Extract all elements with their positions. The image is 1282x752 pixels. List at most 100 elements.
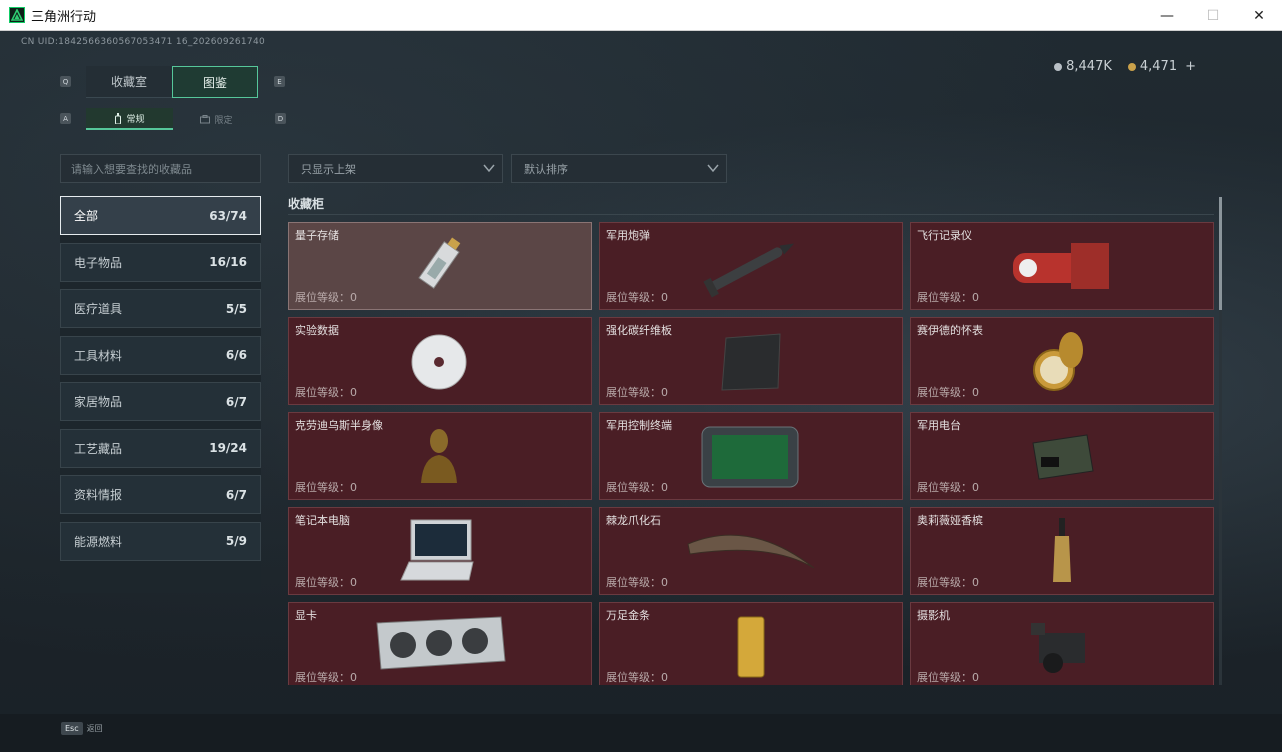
item-level: 展位等级：0 — [917, 386, 979, 399]
category-label: 全部 — [74, 209, 99, 223]
item-card[interactable]: 实验数据 展位等级：0 — [288, 317, 592, 405]
category-household[interactable]: 家居物品 6/7 — [60, 382, 261, 421]
silver-amount: 8,447K — [1066, 59, 1112, 74]
item-card[interactable]: 军用炮弹 展位等级：0 — [599, 222, 903, 310]
item-name: 棘龙爪化石 — [606, 514, 661, 527]
item-level: 展位等级：0 — [917, 291, 979, 304]
category-all[interactable]: 全部 63/74 — [60, 196, 261, 235]
category-crafts[interactable]: 工艺藏品 19/24 — [60, 428, 261, 468]
gold-coin-icon — [1127, 62, 1136, 71]
item-name: 飞行记录仪 — [917, 229, 972, 242]
currency-bar: 8,447K 4,471 + — [1054, 59, 1196, 74]
item-name: 军用电台 — [917, 419, 961, 432]
chevron-down-icon — [483, 164, 495, 173]
esc-back-button[interactable]: Esc 返回 — [61, 722, 103, 735]
tab-collection-room[interactable]: 收藏室 — [86, 66, 172, 98]
category-label: 工艺藏品 — [74, 441, 123, 456]
sub-tab-regular[interactable]: 常规 — [86, 108, 173, 130]
silver-currency: 8,447K — [1054, 59, 1112, 74]
category-energy[interactable]: 能源燃料 5/9 — [60, 521, 261, 561]
item-name: 显卡 — [295, 609, 317, 622]
minimize-button[interactable]: — — [1144, 0, 1190, 31]
window-titlebar: 三角洲行动 — ☐ ✕ — [0, 0, 1282, 31]
esc-label: 返回 — [86, 724, 103, 733]
item-card[interactable]: 飞行记录仪 展位等级：0 — [910, 222, 1214, 310]
item-card[interactable]: 强化碳纤维板 展位等级：0 — [599, 317, 903, 405]
category-count: 16/16 — [209, 255, 247, 269]
category-intel[interactable]: 资料情报 6/7 — [60, 475, 261, 514]
tab-catalog[interactable]: 图鉴 — [172, 66, 258, 98]
category-label: 资料情报 — [74, 488, 123, 502]
filter-dropdown[interactable]: 只显示上架 — [288, 154, 503, 183]
category-label: 家居物品 — [74, 395, 123, 409]
filter-dropdown-label: 只显示上架 — [301, 162, 356, 176]
item-card[interactable]: 量子存储 展位等级：0 — [288, 222, 592, 310]
item-name: 万足金条 — [606, 609, 650, 622]
category-medical[interactable]: 医疗道具 5/5 — [60, 289, 261, 328]
item-name: 军用炮弹 — [606, 229, 650, 242]
close-button[interactable]: ✕ — [1236, 0, 1282, 31]
limited-icon — [200, 114, 211, 123]
item-level: 展位等级：0 — [295, 386, 357, 399]
bottom-bar — [0, 714, 1282, 752]
silver-coin-icon — [1054, 62, 1063, 71]
window-title: 三角洲行动 — [31, 9, 97, 25]
maximize-button[interactable]: ☐ — [1190, 0, 1236, 31]
item-level: 展位等级：0 — [295, 481, 357, 494]
bottle-icon — [115, 112, 122, 124]
sort-dropdown[interactable]: 默认排序 — [511, 154, 727, 183]
item-level: 展位等级：0 — [606, 576, 668, 589]
item-name: 军用控制终端 — [606, 419, 672, 432]
item-card[interactable]: 克劳迪乌斯半身像 展位等级：0 — [288, 412, 592, 500]
item-name: 强化碳纤维板 — [606, 324, 672, 337]
item-name: 赛伊德的怀表 — [917, 324, 983, 337]
category-label: 能源燃料 — [74, 534, 123, 549]
key-hint-d: D — [275, 113, 286, 124]
sub-tab-limited[interactable]: 限定 — [173, 108, 260, 130]
esc-key: Esc — [61, 722, 83, 735]
item-name: 摄影机 — [917, 609, 950, 622]
app-logo-icon — [9, 7, 25, 23]
main-tabs: 收藏室 图鉴 — [86, 66, 258, 98]
sub-tab-limited-label: 限定 — [214, 115, 233, 126]
key-hint-a: A — [60, 113, 71, 124]
item-level: 展位等级：0 — [606, 291, 668, 304]
category-electronics[interactable]: 电子物品 16/16 — [60, 242, 261, 282]
item-card[interactable]: 赛伊德的怀表 展位等级：0 — [910, 317, 1214, 405]
item-card[interactable]: 万足金条 展位等级：0 — [599, 602, 903, 685]
category-count: 6/7 — [225, 487, 247, 502]
section-title: 收藏柜 — [288, 197, 325, 211]
item-card[interactable]: 显卡 展位等级：0 — [288, 602, 592, 685]
item-card[interactable]: 棘龙爪化石 展位等级：0 — [599, 507, 903, 595]
game-view: CN UID:1842566360567053471 16_2026092617… — [0, 31, 1282, 752]
item-level: 展位等级：0 — [606, 481, 668, 494]
item-name: 笔记本电脑 — [295, 514, 350, 527]
category-count: 63/74 — [209, 208, 247, 223]
sub-tab-regular-label: 常规 — [126, 114, 145, 125]
category-count: 19/24 — [209, 441, 247, 455]
item-card[interactable]: 军用控制终端 展位等级：0 — [599, 412, 903, 500]
category-count: 5/5 — [225, 301, 247, 316]
item-card[interactable]: 奥莉薇娅香槟 展位等级：0 — [910, 507, 1214, 595]
gold-currency: 4,471 + — [1127, 59, 1196, 74]
add-currency-button[interactable]: + — [1185, 59, 1196, 74]
collectible-search-input[interactable]: 请输入想要查找的收藏品 — [60, 154, 261, 183]
item-name: 奥莉薇娅香槟 — [917, 514, 983, 527]
key-hint-q: Q — [60, 76, 71, 87]
category-label: 电子物品 — [74, 255, 123, 270]
item-name: 量子存储 — [295, 229, 339, 242]
sort-dropdown-label: 默认排序 — [524, 162, 568, 176]
item-level: 展位等级：0 — [606, 671, 668, 684]
item-level: 展位等级：0 — [295, 671, 357, 684]
item-card[interactable]: 军用电台 展位等级：0 — [910, 412, 1214, 500]
category-tools[interactable]: 工具材料 6/6 — [60, 335, 261, 375]
key-hint-e: E — [274, 76, 285, 87]
scrollbar-thumb[interactable] — [1219, 197, 1222, 310]
item-level: 展位等级：0 — [917, 576, 979, 589]
item-card[interactable]: 摄影机 展位等级：0 — [910, 602, 1214, 685]
item-level: 展位等级：0 — [295, 576, 357, 589]
item-card[interactable]: 笔记本电脑 展位等级：0 — [288, 507, 592, 595]
item-name: 实验数据 — [295, 324, 339, 337]
category-count: 6/6 — [225, 348, 247, 362]
item-level: 展位等级：0 — [295, 291, 357, 304]
